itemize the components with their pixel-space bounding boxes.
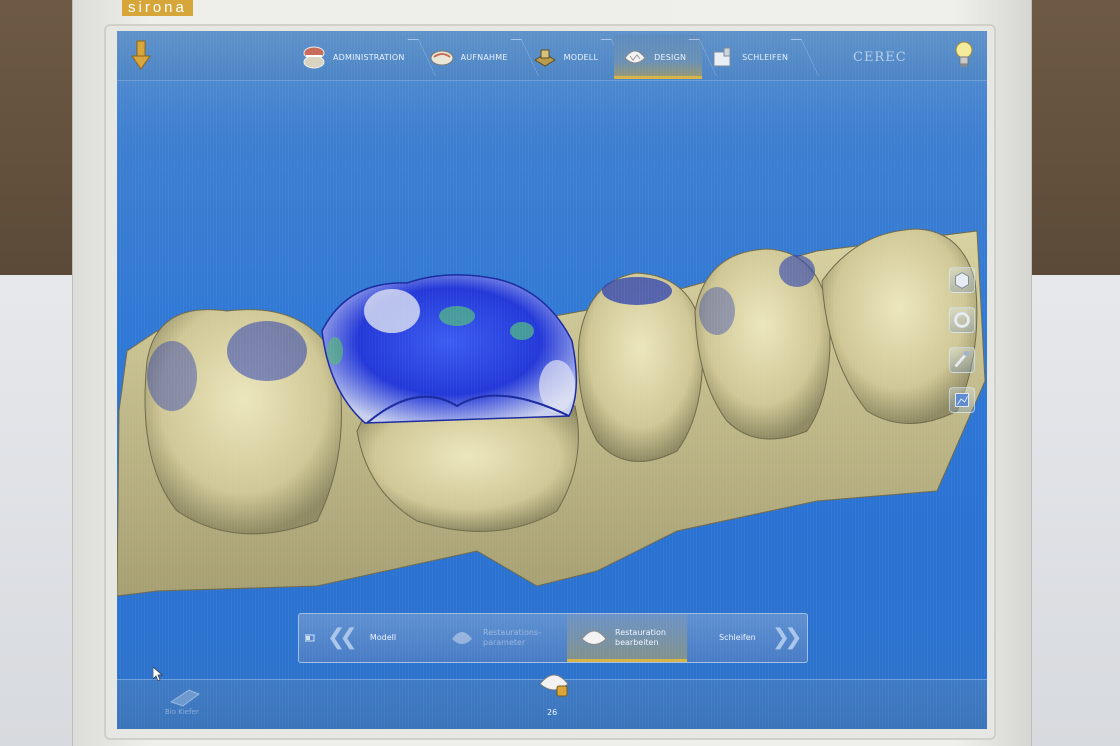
design-icon <box>624 50 646 64</box>
sub-step-bar: ❮❮ Modell Restaurations- parameter Resta… <box>298 613 808 663</box>
step-label: MODELL <box>563 52 599 62</box>
chart-icon <box>955 393 969 407</box>
sub-step-restaurationsparameter[interactable]: Restaurations- parameter <box>449 614 559 662</box>
step-modell[interactable]: MODELL <box>524 35 615 79</box>
sub-step-back-label: Modell <box>369 633 397 642</box>
brand-logo: sirona <box>122 0 193 16</box>
tooth-selection-icon[interactable] <box>537 668 571 704</box>
ring-icon <box>954 312 970 328</box>
double-chevron-right-icon: ❯❯ <box>771 625 803 650</box>
sub-step-back[interactable]: ❮❮ Modell <box>327 614 442 662</box>
view-cube-button[interactable] <box>949 267 975 293</box>
step-aufnahme[interactable]: AUFNAHME <box>421 35 524 79</box>
cube-icon <box>955 272 969 289</box>
crown-icon <box>452 632 472 644</box>
step-schleifen[interactable]: SCHLEIFEN <box>702 35 804 79</box>
screen: ADMINISTRATION AUFNAHME MODELL DESIGN SC… <box>117 31 987 729</box>
dental-3d-model[interactable] <box>117 191 987 611</box>
product-label: CEREC <box>853 50 907 65</box>
bio-jaw-label: Bio Kiefer <box>165 708 199 716</box>
analysis-button[interactable] <box>949 387 975 413</box>
step-design[interactable]: DESIGN <box>614 35 703 79</box>
tooth-premolar-1 <box>577 272 704 462</box>
lightbulb-icon[interactable] <box>953 39 975 71</box>
status-bar: Bio Kiefer 26 <box>117 674 987 729</box>
sub-step-next-label: Schleifen <box>719 633 756 642</box>
sub-step-restauration-bearbeiten[interactable]: Restauration bearbeiten <box>567 614 687 662</box>
step-label: AUFNAHME <box>460 52 508 62</box>
tooth-number: 26 <box>547 708 558 717</box>
sub-step-label: Restaurations- parameter <box>483 628 541 647</box>
jaw-icon <box>303 46 325 69</box>
model-icon <box>533 49 556 67</box>
workflow-bar: ADMINISTRATION AUFNAHME MODELL DESIGN SC… <box>117 31 987 81</box>
step-administration[interactable]: ADMINISTRATION <box>293 35 421 79</box>
tool-button[interactable] <box>949 347 975 373</box>
sub-step-label: Restauration bearbeiten <box>615 628 666 647</box>
tooth-left-molar <box>144 309 342 535</box>
crown-edit-icon <box>581 630 607 645</box>
rotate-button[interactable] <box>949 307 975 333</box>
double-chevron-left-icon: ❮❮ <box>327 625 358 650</box>
instrument-icon <box>954 350 970 368</box>
mouse-cursor-icon <box>153 667 163 681</box>
milling-icon <box>713 47 731 67</box>
workflow-steps: ADMINISTRATION AUFNAHME MODELL DESIGN SC… <box>293 35 804 79</box>
step-label: DESIGN <box>654 52 687 62</box>
bio-jaw-icon[interactable] <box>169 682 201 708</box>
step-label: SCHLEIFEN <box>742 52 789 62</box>
exit-arrow-icon[interactable] <box>131 39 151 71</box>
sub-step-next[interactable]: Schleifen ❯❯ <box>719 614 804 662</box>
step-label: ADMINISTRATION <box>333 52 405 62</box>
toggle-icon[interactable] <box>305 633 315 643</box>
scan-icon <box>430 50 454 66</box>
